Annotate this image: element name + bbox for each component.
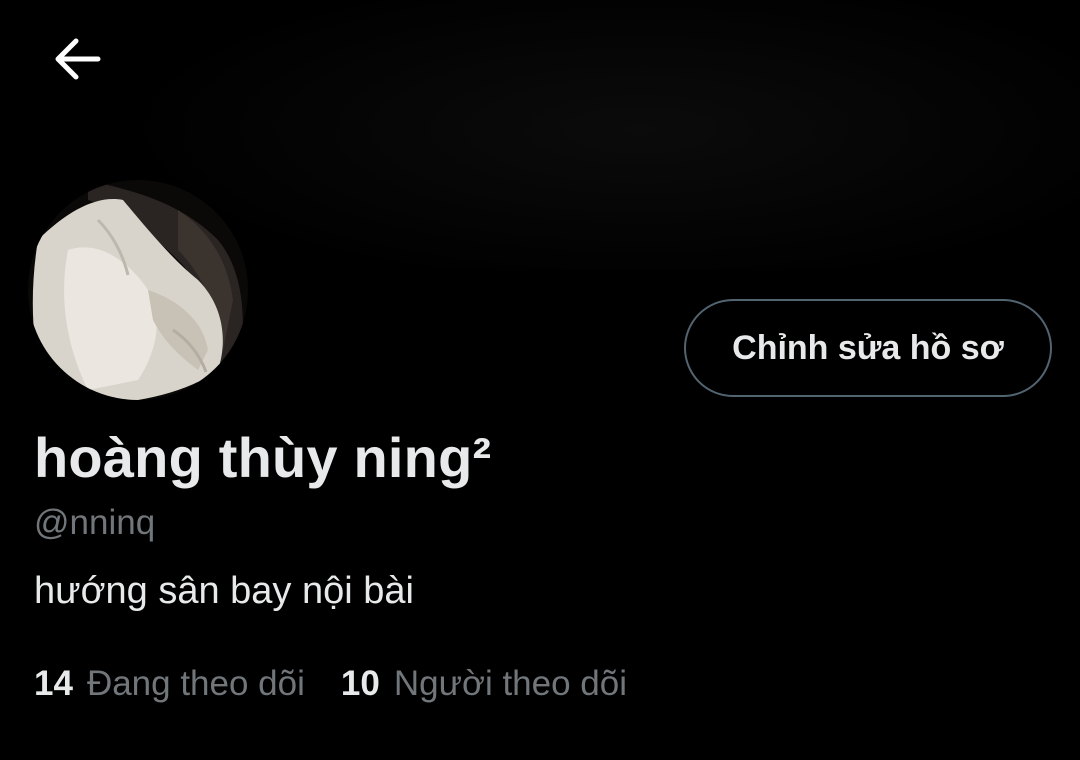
following-link[interactable]: 14 Đang theo dõi <box>34 664 305 704</box>
following-label: Đang theo dõi <box>86 664 305 703</box>
followers-link[interactable]: 10 Người theo dõi <box>341 664 627 704</box>
avatar-photo <box>28 180 248 400</box>
username-handle: @nninq <box>34 503 156 542</box>
back-button[interactable] <box>46 30 108 88</box>
edit-profile-button[interactable]: Chỉnh sửa hồ sơ <box>684 299 1052 397</box>
display-name: hoàng thùy ning² <box>34 426 492 489</box>
followers-label: Người theo dõi <box>393 664 628 703</box>
followers-count: 10 <box>340 664 380 703</box>
follow-stats: 14 Đang theo dõi 10 Người theo dõi <box>34 664 663 704</box>
following-count: 14 <box>34 664 73 703</box>
profile-bio: hướng sân bay nội bài <box>34 570 414 612</box>
arrow-left-icon <box>55 38 101 80</box>
avatar[interactable] <box>28 180 248 400</box>
